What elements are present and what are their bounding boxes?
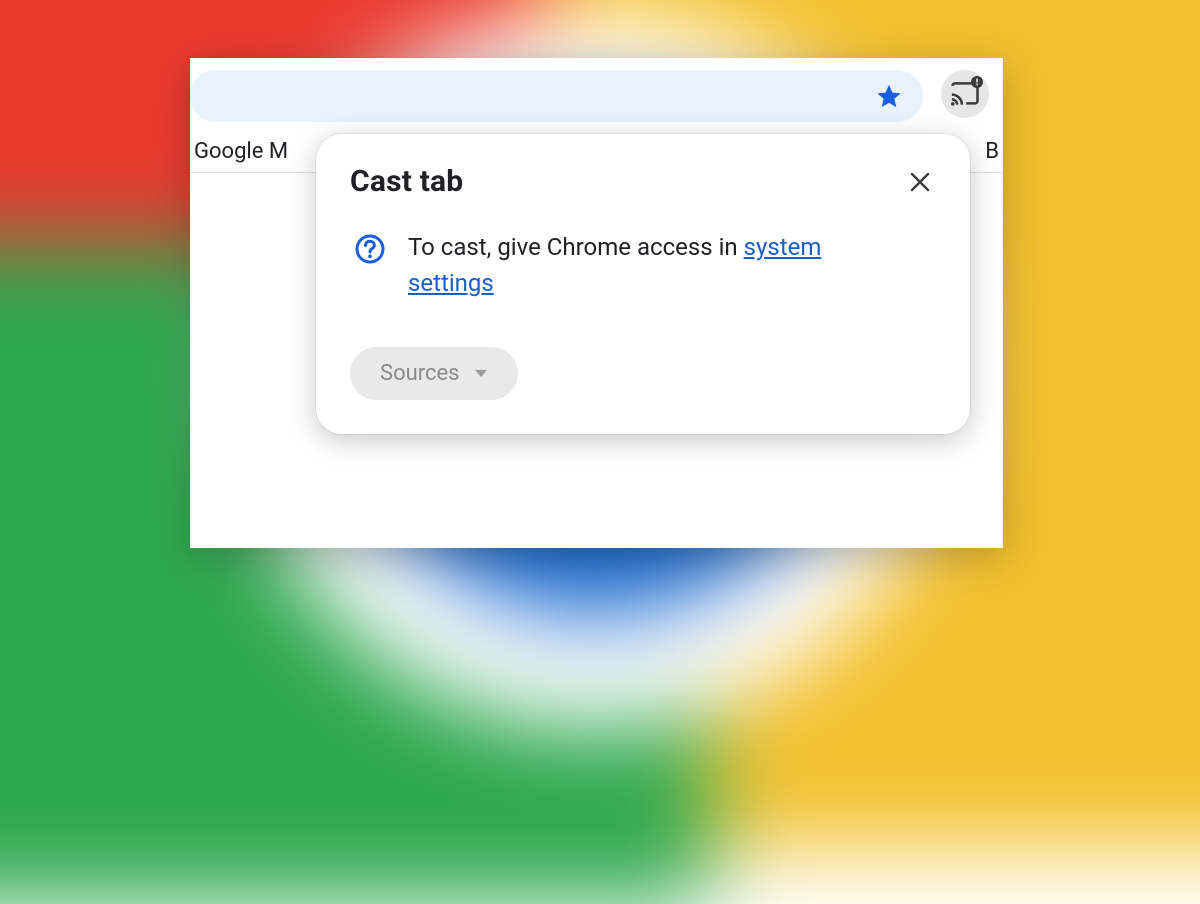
permission-message: To cast, give Chrome access in system se… — [408, 229, 888, 301]
permission-message-text: To cast, give Chrome access in — [408, 233, 744, 261]
star-icon[interactable] — [875, 82, 903, 110]
close-button[interactable] — [904, 166, 936, 198]
omnibox[interactable] — [190, 70, 923, 122]
close-icon — [909, 171, 931, 193]
sources-dropdown[interactable]: Sources — [350, 347, 518, 400]
bookmark-item[interactable]: B — [985, 139, 999, 164]
sources-label: Sources — [380, 361, 460, 386]
chrome-window: Google M B Cast tab To cast, give Chrome… — [190, 58, 1003, 548]
help-icon — [354, 233, 386, 269]
chevron-down-icon — [474, 369, 488, 379]
cast-toolbar-button[interactable] — [941, 70, 989, 118]
cast-popup: Cast tab To cast, give Chrome access in … — [316, 134, 970, 434]
popup-title: Cast tab — [350, 164, 463, 199]
alert-badge-icon — [971, 76, 983, 88]
toolbar — [190, 58, 1003, 130]
bookmark-item[interactable]: Google M — [194, 139, 288, 164]
